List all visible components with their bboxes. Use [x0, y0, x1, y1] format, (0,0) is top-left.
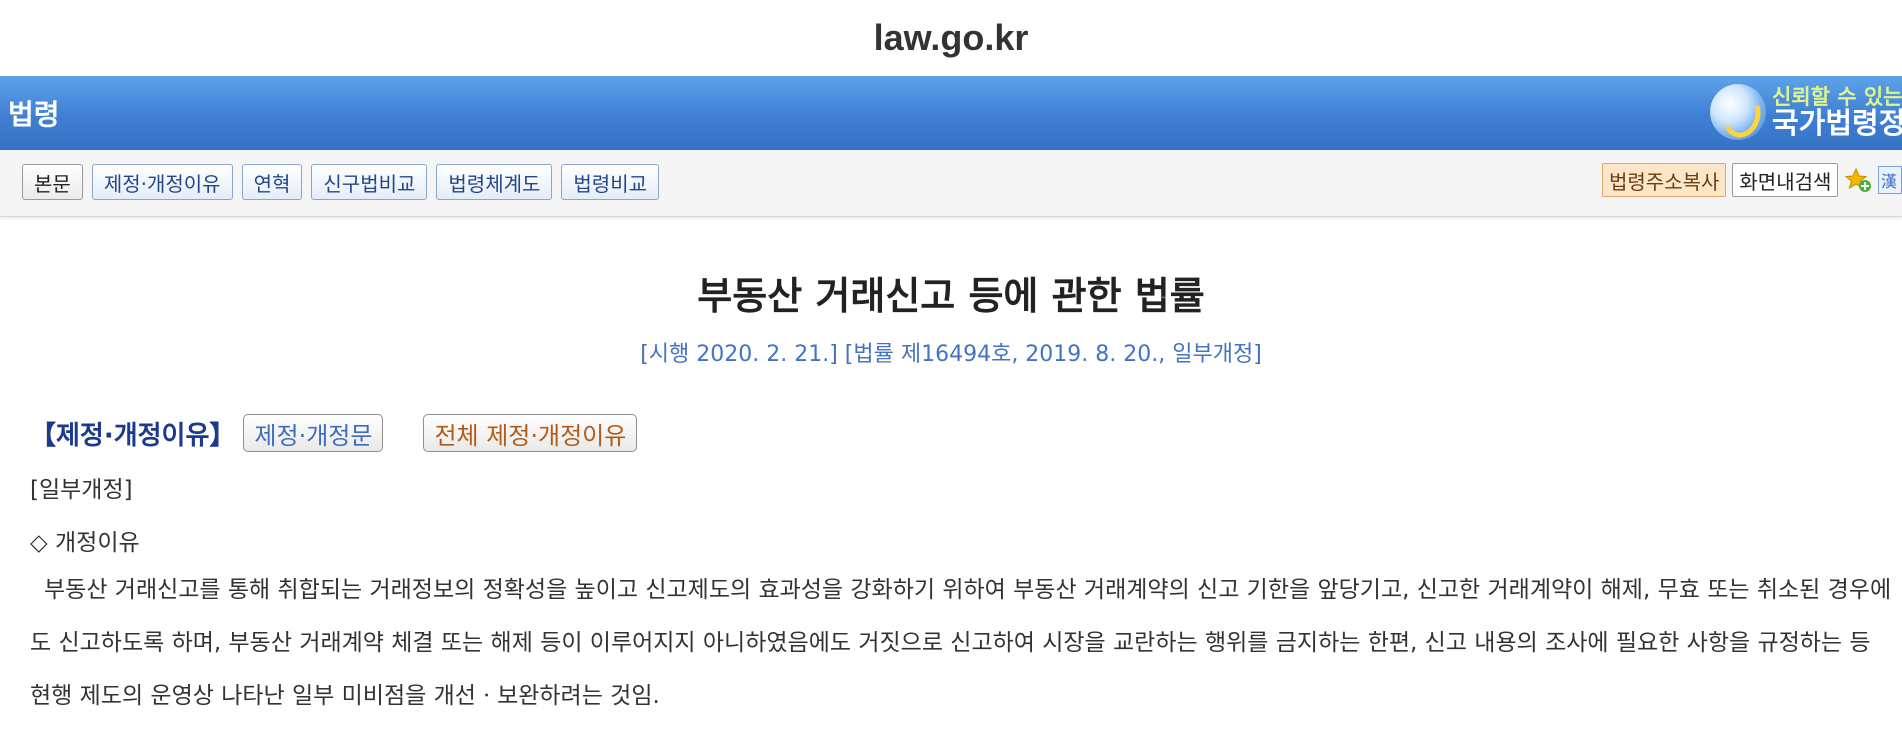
tab-law-structure[interactable]: 법령체계도: [436, 164, 553, 200]
national-law-logo-icon: [1710, 84, 1766, 140]
revision-reason-paragraph: 부동산 거래신고를 통해 취합되는 거래정보의 정확성을 높이고 신고제도의 효…: [30, 577, 1892, 709]
revision-reason-heading: 【제정·개정이유】: [30, 420, 236, 451]
hanja-glyph: 漢: [1881, 172, 1897, 191]
hanja-icon[interactable]: 漢: [1878, 166, 1902, 194]
revision-reason-header: 【제정·개정이유】 제정·개정문 전체 제정·개정이유: [30, 414, 638, 452]
law-enforcement-info: [시행 2020. 2. 21.] [법률 제16494호, 2019. 8. …: [640, 342, 1262, 367]
in-page-search-button[interactable]: 화면내검색: [1732, 163, 1839, 197]
law-title: 부동산 거래신고 등에 관한 법률: [697, 274, 1205, 318]
toolbar-tools: 법령주소복사 화면내검색 漢: [1602, 163, 1902, 197]
revision-reason-subheading: ◇ 개정이유: [30, 530, 140, 556]
all-revision-reasons-button[interactable]: 전체 제정·개정이유: [423, 414, 638, 452]
tab-body[interactable]: 본문: [22, 164, 83, 200]
site-logo[interactable]: 신뢰할 수 있는 국가법령정: [1710, 84, 1902, 140]
law-tabs: 본문 제정·개정이유 연혁 신구법비교 법령체계도 법령비교: [22, 164, 659, 200]
logo-text: 신뢰할 수 있는 국가법령정: [1772, 84, 1902, 140]
address-bar[interactable]: law.go.kr: [0, 0, 1902, 76]
copy-law-address-button[interactable]: 법령주소복사: [1602, 163, 1727, 197]
star-plus-icon[interactable]: [1844, 166, 1872, 194]
page-category-title: 법령: [8, 98, 60, 131]
tab-history[interactable]: 연혁: [241, 164, 303, 200]
tab-old-new-comparison[interactable]: 신구법비교: [311, 164, 428, 200]
logo-tagline: 신뢰할 수 있는: [1772, 84, 1902, 109]
site-header: 법령 신뢰할 수 있는 국가법령정: [0, 76, 1902, 150]
logo-name: 국가법령정: [1772, 105, 1902, 140]
revision-text-button[interactable]: 제정·개정문: [243, 414, 384, 452]
tab-revision-reason[interactable]: 제정·개정이유: [91, 164, 233, 200]
tab-law-comparison[interactable]: 법령비교: [561, 164, 659, 200]
url-text: law.go.kr: [873, 17, 1029, 58]
revision-type: [일부개정]: [30, 477, 133, 503]
law-toolbar: 본문 제정·개정이유 연혁 신구법비교 법령체계도 법령비교 법령주소복사 화면…: [0, 150, 1902, 217]
